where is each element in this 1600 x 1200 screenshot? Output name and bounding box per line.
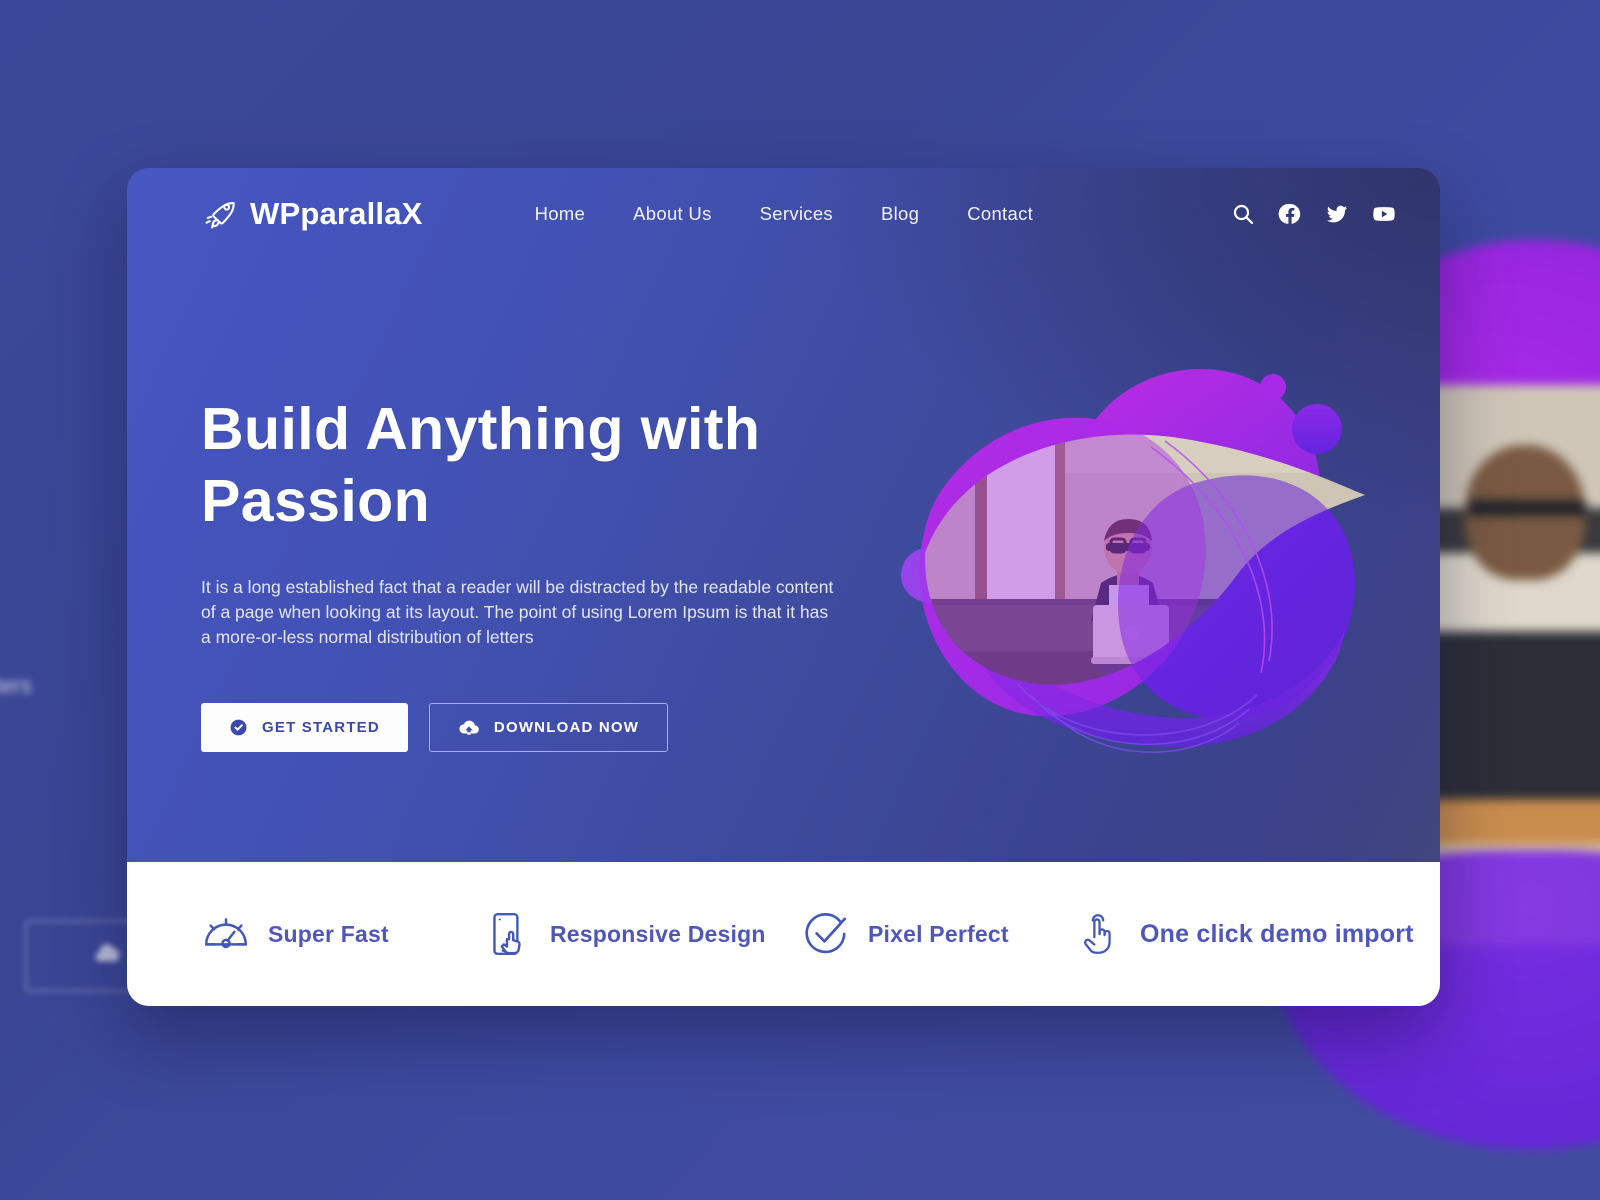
nav-item-contact[interactable]: Contact <box>967 203 1033 225</box>
feature-bar: Super Fast Responsive Design Pixel Perfe… <box>127 862 1440 1006</box>
feature-pixel-perfect[interactable]: Pixel Perfect <box>801 909 1073 959</box>
blob-dot-medium <box>1292 404 1342 454</box>
website-preview-card: WPparallaX Home About Us Services Blog C… <box>127 168 1440 1006</box>
feature-label: Pixel Perfect <box>868 920 1009 947</box>
ghost-cloud-icon <box>95 944 120 962</box>
hero-cta-row: GET STARTED DOWNLOAD NOW <box>201 703 881 752</box>
blob-dot-small <box>1260 374 1286 400</box>
check-circle-outline-icon <box>801 909 851 959</box>
feature-super-fast[interactable]: Super Fast <box>201 909 483 959</box>
rocket-icon <box>205 202 235 229</box>
youtube-icon[interactable] <box>1372 202 1396 226</box>
cloud-download-icon <box>459 720 479 735</box>
feature-responsive-design[interactable]: Responsive Design <box>483 909 801 959</box>
page-background: ny n hat a rea ted. The ; etters <box>0 0 1600 1200</box>
facebook-icon[interactable] <box>1278 202 1302 226</box>
download-now-button[interactable]: DOWNLOAD NOW <box>428 703 669 752</box>
nav-item-home[interactable]: Home <box>535 203 586 225</box>
speedometer-icon <box>201 909 251 959</box>
nav-item-services[interactable]: Services <box>760 203 833 225</box>
hero-section: WPparallaX Home About Us Services Blog C… <box>127 168 1440 862</box>
brand-name: WPparallaX <box>250 196 423 231</box>
site-header: WPparallaX Home About Us Services Blog C… <box>127 168 1440 260</box>
hero-illustration-graphic <box>901 369 1366 754</box>
nav-item-blog[interactable]: Blog <box>881 203 919 225</box>
click-hand-icon <box>1073 909 1123 959</box>
search-icon[interactable] <box>1231 202 1255 226</box>
nav-item-about-us[interactable]: About Us <box>633 203 712 225</box>
hero-subcopy: It is a long established fact that a rea… <box>201 577 834 647</box>
ghost-person-glasses <box>1468 500 1586 516</box>
hero-headline: Build Anything with Passion <box>201 396 761 534</box>
hero-illustration <box>865 343 1385 773</box>
feature-one-click-demo-import[interactable]: One click demo import <box>1073 909 1414 959</box>
hero-content: Build Anything with Passion It is a long… <box>201 393 881 752</box>
brand-logo[interactable]: WPparallaX <box>201 195 423 233</box>
get-started-button[interactable]: GET STARTED <box>201 703 408 752</box>
feature-label: One click demo import <box>1140 919 1414 948</box>
get-started-label: GET STARTED <box>262 719 380 736</box>
header-icons <box>1231 202 1396 226</box>
twitter-icon[interactable] <box>1325 202 1349 226</box>
main-nav: Home About Us Services Blog Contact <box>535 203 1034 225</box>
feature-label: Responsive Design <box>550 920 766 947</box>
feature-label: Super Fast <box>268 920 389 947</box>
check-circle-icon <box>230 719 247 736</box>
mobile-touch-icon <box>483 909 533 959</box>
download-now-label: DOWNLOAD NOW <box>493 719 640 736</box>
